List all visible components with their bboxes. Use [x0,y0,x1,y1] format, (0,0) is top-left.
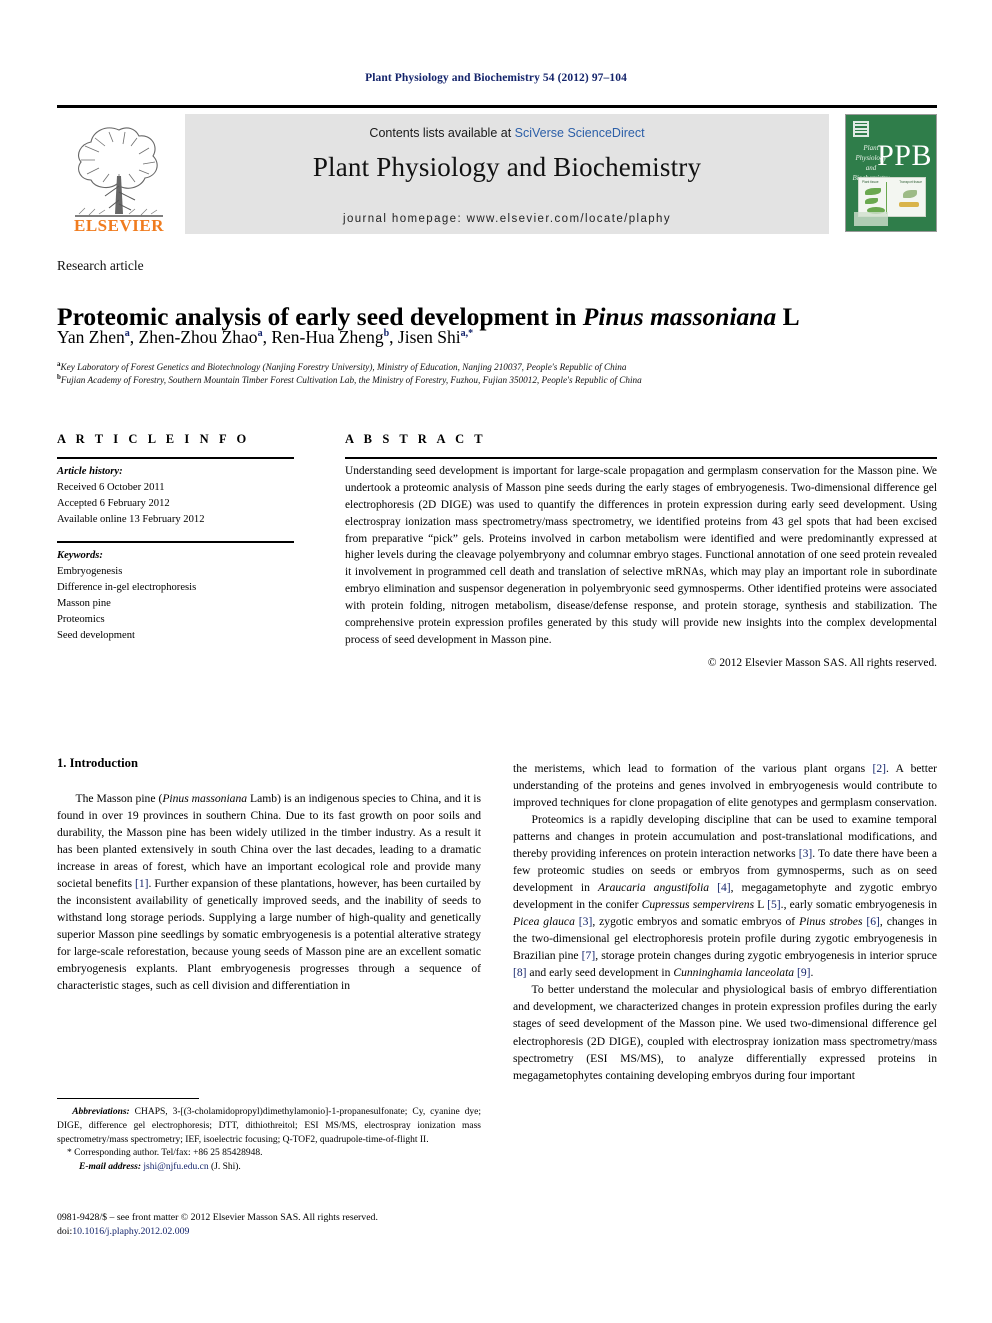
publisher-logo: ELSEVIER [57,114,185,234]
article-history-item: Accepted 6 February 2012 [57,498,170,510]
cover-diagram-left-label: Plant tissue [862,180,879,184]
email-suffix: (J. Shi). [208,1162,241,1173]
imprint-block: 0981-9428/$ – see front matter © 2012 El… [57,1211,527,1239]
author-separator: , [262,327,272,347]
doi-link[interactable]: 10.1016/j.plaphy.2012.02.009 [72,1226,189,1237]
abstract-copyright: © 2012 Elsevier Masson SAS. All rights r… [707,656,937,669]
journal-cover-thumbnail: PlantPhysiologyandBiochemistry PPB Plant… [829,114,937,234]
cover-tissue-shape [903,190,917,198]
keyword-item: Seed development [57,630,135,642]
keyword-item: Proteomics [57,614,105,626]
ppb-cover-image: PlantPhysiologyandBiochemistry PPB Plant… [845,114,937,232]
cover-footer-block [854,212,888,226]
elsevier-wordmark: ELSEVIER [74,216,164,235]
email-label: E-mail address: [79,1162,142,1173]
journal-masthead: ELSEVIER Contents lists available at Sci… [57,105,937,234]
cover-transport-shape [899,202,919,207]
author-name: Jisen Shi [397,327,461,347]
footnote-block: Abbreviations: CHAPS, 3-[(3-cholamidopro… [57,1106,481,1175]
affiliation-text: Key Laboratory of Forest Genetics and Bi… [60,362,627,373]
journal-title: Plant Physiology and Biochemistry [312,152,702,182]
article-page: Plant Physiology and Biochemistry 54 (20… [0,0,992,1323]
cover-leaf-shape [865,188,881,195]
author-separator: , [389,327,398,347]
author-name: Zhen-Zhou Zhao [138,327,258,347]
abbreviations-label: Abbreviations: [72,1107,130,1117]
divider-keywords [57,541,294,543]
author-name: Yan Zhen [57,327,125,347]
abstract-heading: A B S T R A C T [345,432,487,446]
affiliation-text: Fujian Academy of Forestry, Southern Mou… [60,375,642,386]
affiliation: bFujian Academy of Forestry, Southern Mo… [57,373,937,386]
section-heading-introduction: 1. Introduction [57,756,138,770]
cover-leaf-shape [865,198,878,204]
doi-line: doi:10.1016/j.plaphy.2012.02.009 [57,1225,527,1239]
article-history-item: Available online 13 February 2012 [57,514,205,526]
author: Jisen Shia,* [398,327,473,347]
article-info-heading: A R T I C L E I N F O [57,432,250,446]
email-link[interactable]: jshi@njfu.edu.cn [143,1162,208,1172]
author-name: Ren-Hua Zheng [271,327,384,347]
keyword-item: Difference in-gel electrophoresis [57,582,197,594]
author: Zhen-Zhou Zhaoa [139,327,263,347]
paragraph: Proteomics is a rapidly developing disci… [513,813,937,980]
corresponding-author-note: * Corresponding author. Tel/fax: +86 25 … [67,1148,263,1159]
author-affil-marker: a,* [460,328,474,340]
author: Ren-Hua Zhengb [271,327,389,347]
cover-diagram-right-label: Transport tissue [899,180,922,184]
divider-abstract [345,457,937,459]
paragraph: the meristems, which lead to formation o… [513,762,938,810]
cover-diagram: Plant tissue Transport tissue [858,177,926,217]
affiliation: aKey Laboratory of Forest Genetics and B… [57,360,937,373]
author-list: Yan Zhena, Zhen-Zhou Zhaoa, Ren-Hua Zhen… [57,327,937,348]
paragraph: To better understand the molecular and p… [513,983,937,1082]
abbreviations-note: Abbreviations: CHAPS, 3-[(3-cholamidopro… [57,1106,481,1147]
body-column-right: the meristems, which lead to formation o… [513,760,937,1084]
article-history: Article history: Received 6 October 2011… [57,464,307,528]
abstract-text: Understanding seed development is import… [345,465,937,646]
keywords-label: Keywords: [57,550,103,561]
paragraph: The Masson pine (Pinus massoniana Lamb) … [57,792,481,993]
journal-homepage[interactable]: journal homepage: www.elsevier.com/locat… [185,213,829,225]
article-history-item: Received 6 October 2011 [57,482,165,494]
author-separator: , [129,327,139,347]
author: Yan Zhena [57,327,130,347]
contents-prefix: Contents lists available at [369,126,515,140]
divider-article-info [57,457,294,459]
sciencedirect-link[interactable]: SciVerse ScienceDirect [515,126,645,140]
abstract-block: Understanding seed development is import… [345,463,937,672]
cover-initials: PPB [877,139,932,172]
keyword-item: Masson pine [57,598,111,610]
running-head: Plant Physiology and Biochemistry 54 (20… [365,72,627,84]
keyword-item: Embryogenesis [57,566,123,578]
email-note: E-mail address: jshi@njfu.edu.cn (J. Shi… [57,1161,481,1175]
article-type: Research article [57,258,144,273]
keywords-block: Keywords: Embryogenesis Difference in-ge… [57,548,307,645]
cover-publisher-mark-icon [853,121,869,138]
cover-diagram-divider [886,182,887,214]
article-history-label: Article history: [57,466,123,477]
doi-label: doi: [57,1226,73,1238]
body-column-left: The Masson pine (Pinus massoniana Lamb) … [57,790,481,994]
masthead-center: Contents lists available at SciVerse Sci… [185,114,829,234]
footnote-divider [57,1098,199,1099]
issn-copyright-line: 0981-9428/$ – see front matter © 2012 El… [57,1212,378,1223]
contents-list-line: Contents lists available at SciVerse Sci… [185,126,829,140]
